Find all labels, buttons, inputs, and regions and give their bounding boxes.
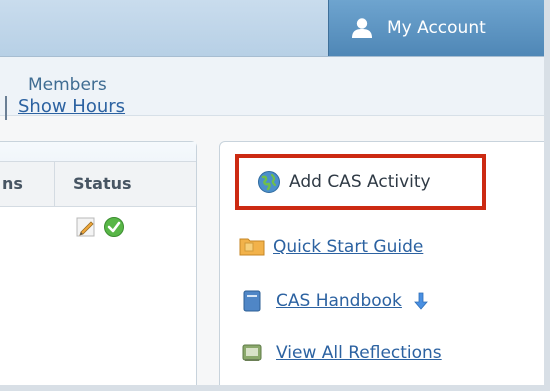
person-icon	[352, 18, 372, 38]
view-all-reflections-link[interactable]: View All Reflections	[276, 343, 442, 363]
cas-handbook-link[interactable]: CAS Handbook	[276, 291, 402, 311]
nav-item-members[interactable]: Members	[28, 75, 107, 95]
add-cas-activity-button[interactable]: Add CAS Activity	[235, 154, 486, 210]
column-header[interactable]: ns	[2, 174, 23, 193]
folder-icon	[239, 238, 265, 256]
quick-start-guide-row[interactable]: Quick Start Guide	[237, 236, 423, 258]
column-header-status[interactable]: Status	[73, 174, 132, 193]
table-row	[75, 216, 125, 238]
table-header: ns Status	[0, 161, 196, 207]
top-bar: My Account	[0, 0, 544, 57]
view-all-reflections-row[interactable]: View All Reflections	[240, 341, 442, 365]
approved-check-icon	[104, 217, 124, 237]
globe-icon	[258, 171, 280, 193]
quick-start-guide-link[interactable]: Quick Start Guide	[273, 237, 423, 257]
cas-handbook-row[interactable]: CAS Handbook	[240, 289, 430, 313]
link-separator	[5, 96, 7, 120]
add-cas-activity-label: Add CAS Activity	[289, 172, 431, 192]
reflection-icon	[242, 344, 262, 361]
my-account-label: My Account	[387, 18, 486, 38]
edit-icon[interactable]	[75, 216, 97, 238]
book-icon	[243, 290, 261, 312]
show-hours-link[interactable]: Show Hours	[18, 96, 125, 117]
download-arrow-icon[interactable]	[412, 291, 430, 311]
my-account-button[interactable]: My Account	[328, 0, 544, 56]
column-divider	[54, 162, 55, 206]
app-frame: My Account Members Show Hours ns Status	[0, 0, 544, 385]
